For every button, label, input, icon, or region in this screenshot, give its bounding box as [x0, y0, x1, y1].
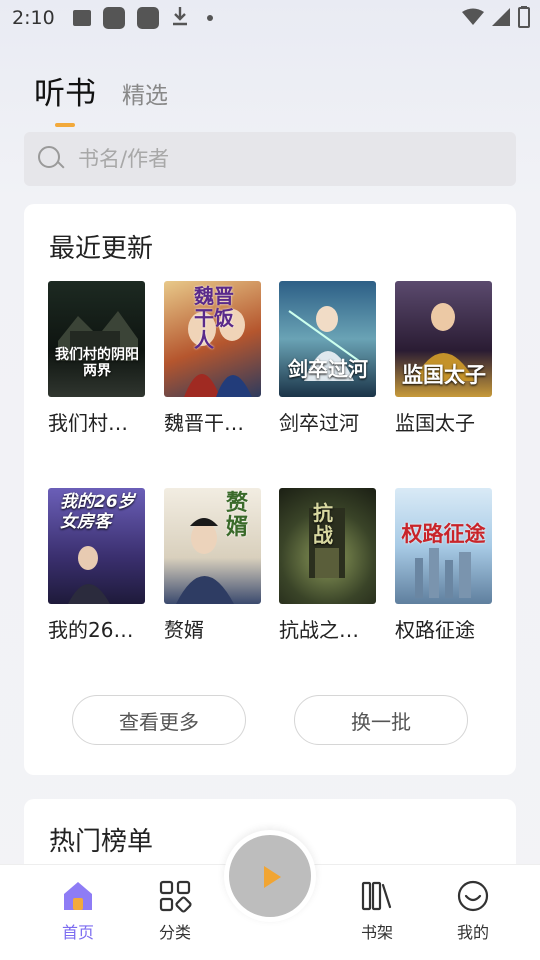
status-bar: 2:10 [0, 0, 540, 36]
search-input[interactable] [78, 147, 478, 171]
book-cover[interactable]: 我们村的阴阳两界 [48, 281, 145, 397]
book-title: 我的26… [48, 618, 134, 642]
book-title: 赘婿 [164, 618, 204, 642]
recent-updates-card: 最近更新 我们村的阴阳两界 我们村… 魏晋干饭人 魏晋干… 剑卒过河 剑卒过河 [24, 204, 516, 775]
book-cover[interactable]: 抗战 [279, 488, 376, 604]
tab-listen-label: 听书 [34, 76, 96, 112]
app-notification-icon [102, 7, 125, 29]
nav-home-label: 首页 [61, 923, 94, 942]
book-title: 权路征途 [395, 618, 475, 642]
tab-indicator [55, 123, 75, 127]
book-cover-text: 剑卒过河 [288, 357, 368, 381]
more-notifications-icon [206, 15, 213, 21]
book-item[interactable]: 监国太子 监国太子 [395, 281, 493, 436]
recent-updates-title: 最近更新 [49, 234, 154, 264]
home-icon [61, 879, 95, 913]
battery-icon [518, 6, 530, 33]
book-cover[interactable]: 监国太子 [395, 281, 492, 397]
profile-icon [456, 879, 490, 913]
book-item[interactable]: 剑卒过河 剑卒过河 [279, 281, 377, 436]
book-title: 剑卒过河 [279, 411, 359, 435]
image-notification-icon [72, 10, 91, 26]
nav-category[interactable]: 分类 [140, 879, 210, 943]
search-icon [38, 146, 65, 172]
bookshelf-icon [360, 879, 394, 913]
nav-profile-label: 我的 [456, 923, 489, 942]
nav-profile[interactable]: 我的 [438, 879, 508, 943]
book-item[interactable]: 魏晋干饭人 魏晋干… [164, 281, 262, 436]
book-title: 监国太子 [395, 411, 475, 435]
nav-home[interactable]: 首页 [43, 879, 113, 943]
book-cover-text: 监国太子 [402, 363, 486, 387]
book-item[interactable]: 我的26岁女房客 我的26… [48, 488, 146, 643]
book-item[interactable]: 我们村的阴阳两界 我们村… [48, 281, 146, 436]
play-button[interactable] [229, 835, 311, 917]
signal-icon [492, 8, 510, 31]
play-icon [264, 866, 281, 888]
search-bar[interactable] [24, 132, 516, 186]
category-icon [158, 879, 192, 913]
book-cover-text: 赘婿 [226, 491, 249, 540]
view-more-button[interactable]: 查看更多 [72, 695, 246, 745]
book-cover[interactable]: 我的26岁女房客 [48, 488, 145, 604]
book-cover-text: 抗战 [313, 501, 333, 547]
refresh-batch-button[interactable]: 换一批 [294, 695, 468, 745]
hot-rankings-title: 热门榜单 [49, 827, 154, 857]
status-time: 2:10 [12, 7, 55, 29]
book-cover-text: 我的26岁女房客 [60, 492, 135, 532]
book-item[interactable]: 权路征途 权路征途 [395, 488, 493, 643]
top-tabs: 听书 精选 [34, 68, 168, 127]
book-cover-text: 权路征途 [401, 522, 486, 546]
book-title: 我们村… [48, 411, 128, 435]
wifi-icon [462, 8, 484, 31]
book-cover-text: 魏晋干饭人 [194, 284, 234, 352]
app-notification-icon [136, 7, 159, 29]
book-title: 抗战之… [279, 618, 359, 642]
book-title: 魏晋干… [164, 411, 244, 435]
book-cover-text: 我们村的阴阳两界 [55, 347, 139, 379]
nav-bookshelf-label: 书架 [360, 923, 393, 942]
nav-category-label: 分类 [158, 923, 191, 942]
book-item[interactable]: 抗战 抗战之… [279, 488, 377, 643]
player-button-container [224, 830, 316, 922]
book-cover[interactable]: 剑卒过河 [279, 281, 376, 397]
tab-listen[interactable]: 听书 [34, 68, 96, 127]
book-cover[interactable]: 魏晋干饭人 [164, 281, 261, 397]
download-icon [171, 6, 189, 31]
book-cover[interactable]: 权路征途 [395, 488, 492, 604]
book-item[interactable]: 赘婿 赘婿 [164, 488, 262, 643]
tab-featured[interactable]: 精选 [122, 76, 168, 113]
nav-bookshelf[interactable]: 书架 [342, 879, 412, 943]
book-cover[interactable]: 赘婿 [164, 488, 261, 604]
